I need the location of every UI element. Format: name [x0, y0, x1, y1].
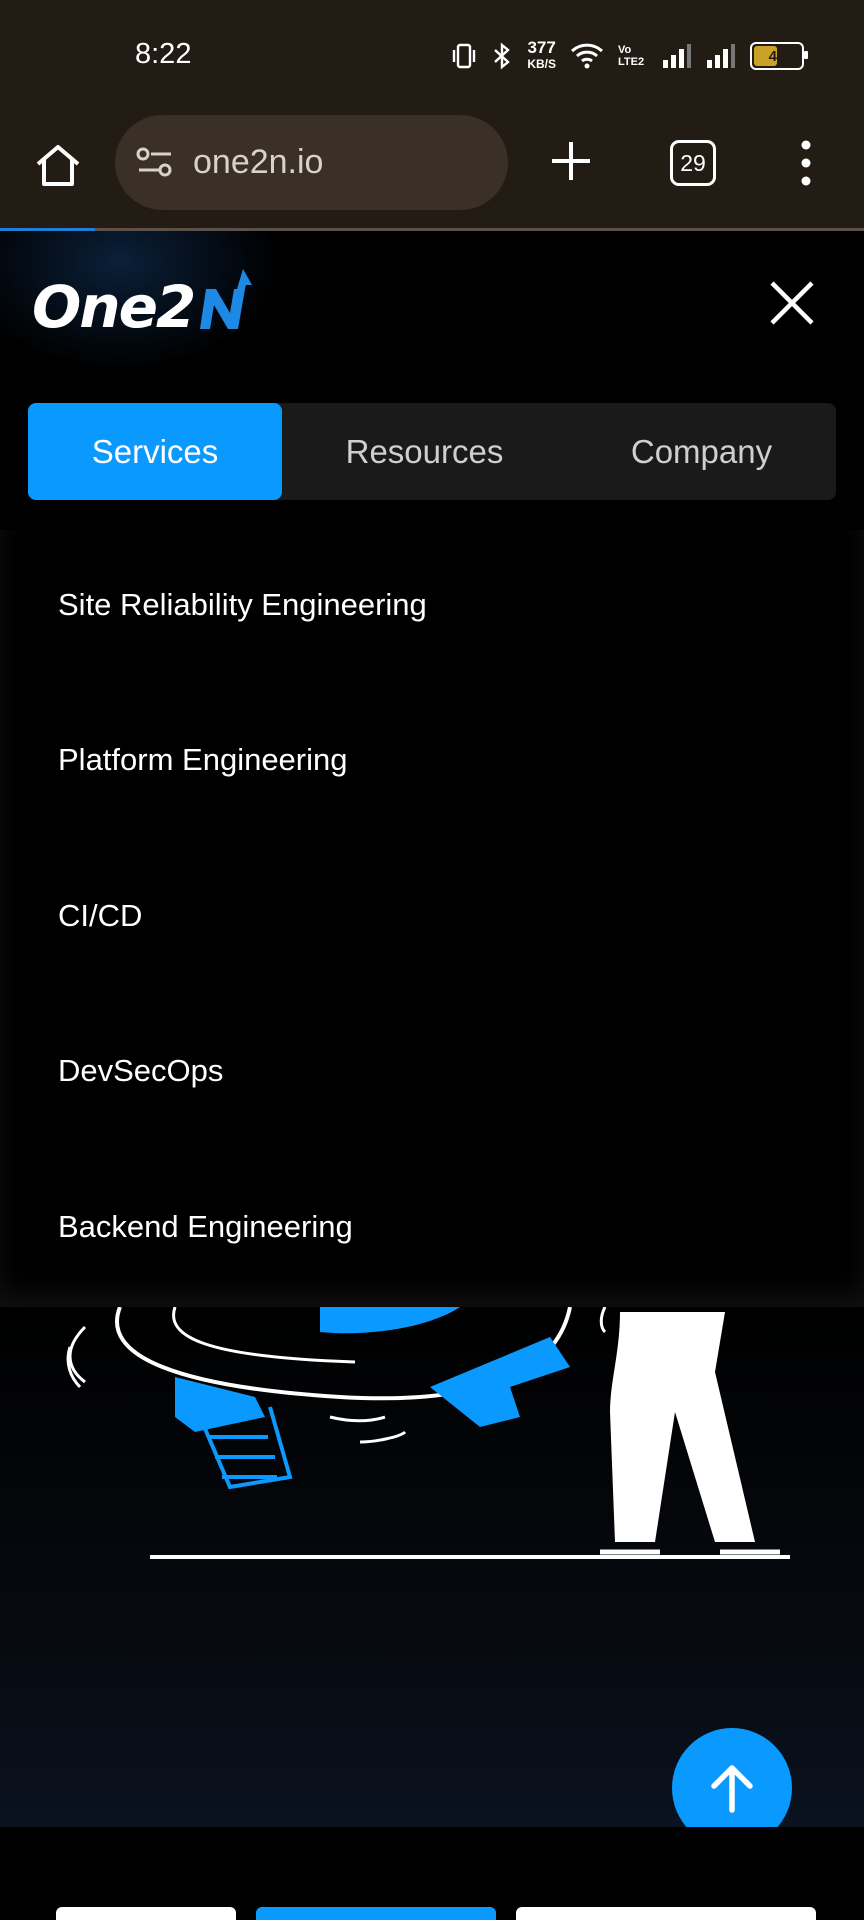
- close-icon[interactable]: [766, 277, 818, 329]
- tab-services[interactable]: Services: [28, 403, 282, 500]
- section-heading-cut-off: [56, 1907, 816, 1920]
- home-icon[interactable]: [30, 138, 86, 194]
- site-nav-header: One2 Services Resources Company: [0, 231, 864, 530]
- menu-item-platform-engineering[interactable]: Platform Engineering: [58, 742, 348, 778]
- menu-item-sre[interactable]: Site Reliability Engineering: [58, 587, 427, 623]
- wifi-icon: [570, 43, 604, 69]
- next-section: [0, 1827, 864, 1920]
- battery-level: 46: [768, 47, 786, 65]
- menu-item-cicd[interactable]: CI/CD: [58, 898, 142, 934]
- bluetooth-icon: [494, 42, 511, 70]
- more-vert-icon[interactable]: [796, 138, 816, 188]
- battery-indicator: 46: [750, 42, 808, 70]
- data-speed-value: 377: [527, 38, 556, 57]
- vibrate-icon: [453, 43, 476, 69]
- signal-icon-1: [663, 44, 691, 68]
- status-icons: 377 KB/S Vo LTE2 46: [451, 36, 808, 76]
- svg-text:One2: One2: [32, 273, 194, 337]
- tab-switcher-button[interactable]: 29: [670, 140, 716, 186]
- one2n-logo[interactable]: One2: [32, 267, 262, 337]
- arrow-up-icon: [711, 1765, 753, 1813]
- status-bar: 8:22 377 KB/S Vo LTE2 46: [0, 0, 864, 112]
- nav-tabs: Services Resources Company: [28, 403, 836, 500]
- tab-resources[interactable]: Resources: [282, 403, 567, 500]
- address-bar[interactable]: one2n.io: [115, 115, 508, 210]
- menu-item-backend-engineering[interactable]: Backend Engineering: [58, 1209, 353, 1245]
- services-menu: Site Reliability Engineering Platform En…: [0, 530, 864, 1307]
- tab-company[interactable]: Company: [567, 403, 836, 500]
- tab-count: 29: [680, 149, 706, 176]
- browser-toolbar: one2n.io 29: [0, 112, 864, 230]
- data-speed-indicator: 377 KB/S: [527, 38, 556, 72]
- menu-item-devsecops[interactable]: DevSecOps: [58, 1053, 223, 1089]
- tune-icon[interactable]: [135, 145, 175, 181]
- url-text[interactable]: one2n.io: [193, 143, 323, 182]
- signal-icon-2: [707, 44, 735, 68]
- data-speed-unit: KB/S: [527, 57, 556, 71]
- status-time: 8:22: [135, 38, 192, 70]
- plus-icon[interactable]: [548, 138, 594, 184]
- volte-indicator: Vo LTE2: [618, 44, 645, 68]
